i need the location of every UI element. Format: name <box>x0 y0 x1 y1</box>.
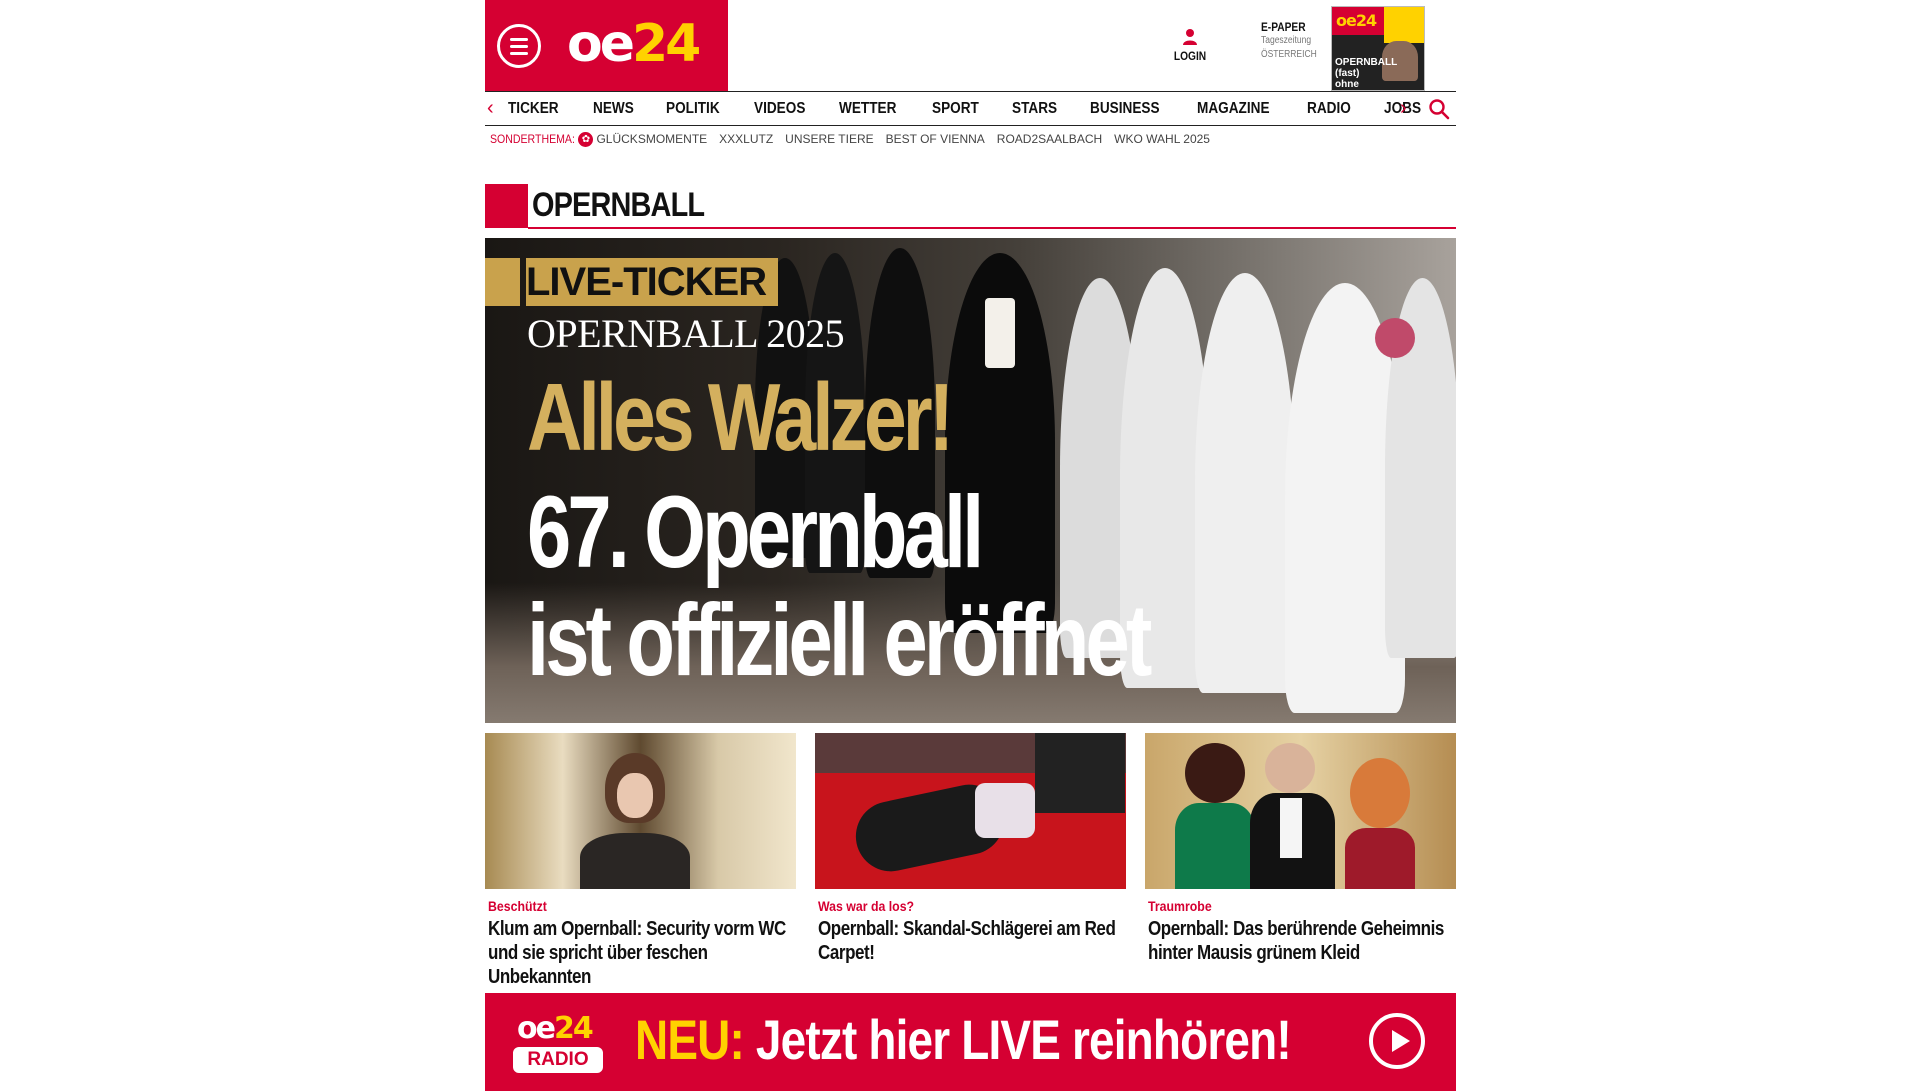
nav-item-wetter[interactable]: WETTER <box>839 100 896 118</box>
nav-item-news[interactable]: NEWS <box>593 100 634 118</box>
cover-side-box <box>1384 7 1424 43</box>
article-image <box>815 733 1126 889</box>
nav-scroll-right-icon[interactable]: › <box>1400 98 1407 118</box>
nav-item-stars[interactable]: STARS <box>1012 100 1057 118</box>
logo-box[interactable]: oe24 <box>485 0 728 91</box>
live-ticker-label: LIVE-TICKER <box>526 258 779 306</box>
login-label: LOGIN <box>1173 49 1207 63</box>
nav-items: TICKER NEWS POLITIK VIDEOS WETTER SPORT … <box>508 92 1452 125</box>
section-title[interactable]: OPERNBALL <box>532 186 705 225</box>
section-underline <box>528 227 1456 229</box>
radio-banner-text: NEU: Jetzt hier LIVE reinhören! <box>635 1008 1292 1071</box>
badge-stub <box>485 258 520 306</box>
nav-scroll-left-icon[interactable]: ‹ <box>487 98 494 118</box>
topic-link-gluecksmomente[interactable]: GLÜCKSMOMENTE <box>596 132 707 146</box>
epaper-sub1: Tageszeitung <box>1261 35 1312 46</box>
article-kicker: Beschützt <box>488 898 547 914</box>
play-icon[interactable] <box>1369 1013 1425 1069</box>
hero-article[interactable]: LIVE-TICKER OPERNBALL 2025 Alles Walzer!… <box>485 238 1456 723</box>
topic-link-xxxlutz[interactable]: XXXLUTZ <box>719 132 773 146</box>
article-card[interactable]: Was war da los? Opernball: Skandal-Schlä… <box>815 733 1126 989</box>
oe24-radio-logo: oe24 RADIO <box>513 1011 605 1073</box>
special-topic-label: SONDERTHEMA: <box>490 132 575 146</box>
radio-logo-text: oe24 <box>517 1011 594 1046</box>
article-kicker: Traumrobe <box>1148 898 1212 914</box>
user-icon <box>1183 29 1197 45</box>
nav-item-videos[interactable]: VIDEOS <box>754 100 805 118</box>
epaper-link[interactable]: E-PAPER Tageszeitung ÖSTERREICH <box>1261 20 1327 62</box>
special-topics-bar: SONDERTHEMA: ✿ GLÜCKSMOMENTE XXXLUTZ UNS… <box>490 130 1222 148</box>
radio-logo-tag: RADIO <box>513 1047 603 1073</box>
topic-link-wko-wahl[interactable]: WKO WAHL 2025 <box>1114 132 1210 146</box>
hero-headline: 67. Opernball ist offiziell eröffnet <box>527 475 1152 697</box>
nav-item-politik[interactable]: POLITIK <box>666 100 720 118</box>
epaper-title: E-PAPER <box>1261 20 1306 34</box>
nav-item-sport[interactable]: SPORT <box>932 100 979 118</box>
nav-item-business[interactable]: BUSINESS <box>1090 100 1160 118</box>
login-button[interactable]: LOGIN <box>1165 28 1215 63</box>
section-marker <box>485 184 528 228</box>
hero-headline-line2: ist offiziell eröffnet <box>527 583 1152 697</box>
oe24-logo[interactable]: oe24 <box>567 12 701 76</box>
main-nav: ‹ TICKER NEWS POLITIK VIDEOS WETTER SPOR… <box>485 91 1456 126</box>
hero-headline-gold: Alles Walzer! <box>527 364 954 471</box>
cover-headline: OPERNBALL (fast) ohne Stars <box>1335 57 1398 90</box>
article-cards: Beschützt Klum am Opernball: Security vo… <box>485 733 1456 989</box>
live-ticker-badge: LIVE-TICKER <box>485 258 779 306</box>
topic-link-road2saalbach[interactable]: ROAD2SAALBACH <box>997 132 1102 146</box>
epaper-sub2: ÖSTERREICH <box>1261 49 1317 60</box>
hero-kicker: OPERNBALL 2025 <box>527 311 845 356</box>
article-headline[interactable]: Opernball: Das berührende Geheimnis hint… <box>1148 917 1454 965</box>
article-kicker: Was war da los? <box>818 898 915 914</box>
nav-item-ticker[interactable]: TICKER <box>508 100 559 118</box>
topic-link-best-of-vienna[interactable]: BEST OF VIENNA <box>886 132 985 146</box>
article-headline[interactable]: Opernball: Skandal-Schlägerei am Red Car… <box>818 917 1124 965</box>
site-header: oe24 LOGIN E-PAPER Tageszeitung ÖSTERREI… <box>485 0 1456 91</box>
page: oe24 LOGIN E-PAPER Tageszeitung ÖSTERREI… <box>485 0 1456 1091</box>
epaper-cover-thumbnail[interactable]: oe24 OPERNBALL (fast) ohne Stars <box>1331 6 1425 91</box>
radio-banner[interactable]: oe24 RADIO NEU: Jetzt hier LIVE reinhöre… <box>485 993 1456 1091</box>
topic-link-unsere-tiere[interactable]: UNSERE TIERE <box>785 132 873 146</box>
article-card[interactable]: Traumrobe Opernball: Das berührende Gehe… <box>1145 733 1456 989</box>
search-icon[interactable] <box>1428 98 1450 120</box>
article-image <box>1145 733 1456 889</box>
section-header: OPERNBALL <box>485 184 1456 230</box>
hamburger-menu-icon[interactable] <box>497 24 541 68</box>
article-card[interactable]: Beschützt Klum am Opernball: Security vo… <box>485 733 796 989</box>
hero-headline-line1: 67. Opernball <box>527 475 984 589</box>
nav-item-magazine[interactable]: MAGAZINE <box>1197 100 1270 118</box>
article-headline[interactable]: Klum am Opernball: Security vorm WC und … <box>488 917 794 989</box>
nav-item-radio[interactable]: RADIO <box>1307 100 1351 118</box>
article-image <box>485 733 796 889</box>
flower-icon: ✿ <box>578 131 594 147</box>
